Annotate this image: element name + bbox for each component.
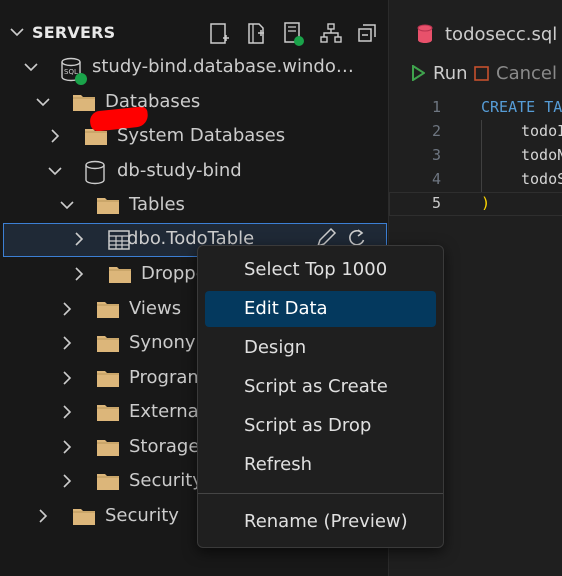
line-number: 2 [431, 122, 441, 140]
menu-item-label: Rename (Preview) [244, 511, 408, 532]
code-text: todoS [521, 170, 562, 188]
tree-item-label: System Databases [117, 125, 286, 146]
collapse-all-icon[interactable] [356, 21, 380, 47]
folder-icon [96, 194, 120, 216]
section-title: SERVERS [32, 23, 116, 42]
sql-file-icon [417, 24, 433, 44]
chevron-right-icon[interactable] [58, 369, 76, 387]
server-connected-icon[interactable] [282, 21, 306, 47]
code-text: todoI [521, 122, 562, 140]
tree-item-label: Storage [129, 436, 200, 457]
database-icon [84, 160, 108, 186]
chevron-right-icon[interactable] [58, 403, 76, 421]
code-line-current[interactable]: 5 ) [389, 192, 562, 216]
run-button[interactable]: Run [411, 62, 471, 86]
indent-guide [481, 120, 482, 192]
menu-item-design[interactable]: Design [205, 330, 436, 366]
folder-icon [96, 401, 120, 423]
menu-separator [198, 493, 443, 494]
group-icon[interactable] [319, 21, 343, 47]
tree-item-label: Security [129, 470, 203, 491]
chevron-down-icon[interactable] [58, 196, 76, 214]
tree-item-label: Program [129, 367, 205, 388]
sql-server-icon: SQL [60, 56, 88, 86]
new-query-icon[interactable] [208, 21, 232, 47]
tab-label: todosecc.sql [445, 24, 558, 45]
tree-item-label: Databases [105, 91, 201, 112]
cancel-button[interactable]: Cancel [474, 62, 562, 86]
chevron-right-icon[interactable] [70, 230, 88, 248]
menu-item-label: Design [244, 337, 307, 358]
new-notebook-icon[interactable] [245, 21, 269, 47]
tree-item-db-study-bind[interactable]: db-study-bind [0, 155, 388, 189]
menu-item-script-as-create[interactable]: Script as Create [205, 369, 436, 405]
chevron-right-icon[interactable] [58, 334, 76, 352]
code-text: CREATE TA [481, 98, 562, 116]
menu-item-label: Refresh [244, 454, 312, 475]
svg-text:SQL: SQL [64, 68, 78, 76]
tree-item-label: External [129, 401, 204, 422]
chevron-right-icon[interactable] [70, 265, 88, 283]
tree-item-server[interactable]: SQL study-bind.database.windo… [0, 51, 388, 132]
chevron-down-icon[interactable] [34, 93, 52, 111]
line-number: 1 [431, 98, 441, 116]
code-line[interactable]: 1 CREATE TA [389, 96, 562, 120]
tree-item-tables[interactable]: Tables [0, 189, 388, 223]
chevron-right-icon[interactable] [34, 507, 52, 525]
menu-item-label: Script as Drop [244, 415, 372, 436]
line-number: 4 [431, 170, 441, 188]
servers-section-header[interactable]: SERVERS [0, 17, 388, 51]
folder-icon [96, 436, 120, 458]
query-toolbar: Run Cancel [389, 58, 562, 88]
menu-item-label: Script as Create [244, 376, 388, 397]
tree-item-databases[interactable]: Databases [0, 86, 388, 120]
code-line[interactable]: 4 todoS [389, 168, 562, 192]
folder-icon [96, 298, 120, 320]
menu-item-label: Edit Data [244, 298, 328, 319]
tree-item-label: Security [105, 505, 179, 526]
code-line[interactable]: 3 todoN [389, 144, 562, 168]
folder-icon [84, 125, 108, 147]
folder-icon [96, 367, 120, 389]
menu-item-rename-preview[interactable]: Rename (Preview) [205, 504, 436, 540]
chevron-right-icon[interactable] [58, 300, 76, 318]
chevron-down-icon[interactable] [8, 23, 26, 41]
chevron-down-icon[interactable] [22, 58, 40, 76]
folder-icon [96, 470, 120, 492]
menu-item-edit-data[interactable]: Edit Data [205, 291, 436, 327]
menu-item-script-as-drop[interactable]: Script as Drop [205, 408, 436, 444]
chevron-right-icon[interactable] [58, 438, 76, 456]
menu-item-refresh[interactable]: Refresh [205, 447, 436, 483]
code-text: todoN [521, 146, 562, 164]
sql-keyword: CREATE [481, 98, 536, 116]
tree-item-label: Tables [129, 194, 185, 215]
tree-item-label: study-bind.database.windo… [92, 56, 354, 77]
context-menu: Select Top 1000 Edit Data Design Script … [197, 245, 444, 548]
line-number: 5 [431, 194, 441, 212]
folder-icon [72, 505, 96, 527]
folder-icon [96, 332, 120, 354]
tree-item-system-databases[interactable]: System Databases [0, 120, 388, 154]
folder-icon [72, 91, 96, 113]
sql-keyword: TA [544, 98, 562, 116]
editor-tab[interactable]: todosecc.sql [389, 14, 562, 54]
code-text: ) [481, 194, 491, 212]
cancel-label: Cancel [496, 63, 557, 84]
chevron-right-icon[interactable] [58, 472, 76, 490]
folder-icon [108, 263, 132, 285]
chevron-right-icon[interactable] [46, 127, 64, 145]
play-icon [411, 65, 425, 81]
menu-item-label: Select Top 1000 [244, 259, 388, 280]
code-line[interactable]: 2 todoI [389, 120, 562, 144]
stop-icon [474, 66, 489, 81]
tree-item-label: db-study-bind [117, 160, 242, 181]
tree-item-label: Views [129, 298, 182, 319]
menu-item-select-top-1000[interactable]: Select Top 1000 [205, 252, 436, 288]
line-number: 3 [431, 146, 441, 164]
run-label: Run [433, 63, 468, 84]
chevron-down-icon[interactable] [46, 162, 64, 180]
